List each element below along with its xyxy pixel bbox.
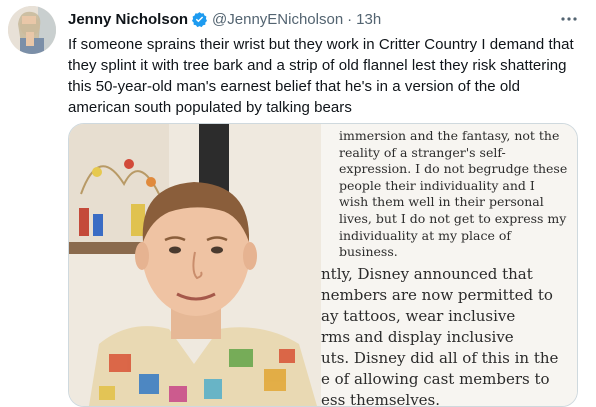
separator-dot: ·: [347, 10, 353, 28]
author-avatar[interactable]: [8, 6, 56, 54]
tweet-media[interactable]: immersion and the fantasy, not the reali…: [68, 123, 578, 407]
para-line: ay tattoos, wear inclusive: [321, 307, 516, 325]
para-line: ntly, Disney announced that: [321, 265, 533, 283]
document-quote: immersion and the fantasy, not the reali…: [339, 128, 568, 261]
quote-line: reality of a stranger's self-: [339, 144, 506, 160]
more-options-icon[interactable]: [558, 8, 580, 30]
author-handle[interactable]: @JennyENicholson: [212, 11, 343, 28]
para-line: uts. Disney did all of this in the: [321, 349, 559, 367]
quote-line: lives, but I do not get to express my: [339, 210, 567, 226]
quote-line: wish them well in their personal: [339, 194, 544, 210]
para-line: e of allowing cast members to: [321, 370, 550, 388]
tweet[interactable]: Jenny Nicholson @JennyENicholson · 13h I…: [0, 0, 596, 407]
quote-line: expression. I do not begrudge these: [339, 161, 568, 177]
verified-badge-icon: [192, 11, 208, 27]
quote-line: individuality at my place of: [339, 227, 511, 243]
tweet-header: Jenny Nicholson @JennyENicholson · 13h: [68, 8, 582, 30]
timestamp[interactable]: 13h: [356, 11, 381, 28]
man-photo: [69, 124, 321, 406]
quote-line: immersion and the fantasy, not the: [339, 128, 560, 143]
para-line: ess themselves.: [321, 391, 441, 407]
tweet-text: If someone sprains their wrist but they …: [68, 36, 574, 116]
para-line: nembers are now permitted to: [321, 286, 553, 304]
author-name[interactable]: Jenny Nicholson: [68, 11, 188, 28]
quote-line: business.: [339, 244, 398, 260]
document-paragraph: ntly, Disney announced that nembers are …: [321, 264, 577, 407]
document-screenshot: immersion and the fantasy, not the reali…: [321, 124, 577, 406]
quote-line: people their individuality and I: [339, 177, 535, 193]
para-line: rms and display inclusive: [321, 328, 514, 346]
